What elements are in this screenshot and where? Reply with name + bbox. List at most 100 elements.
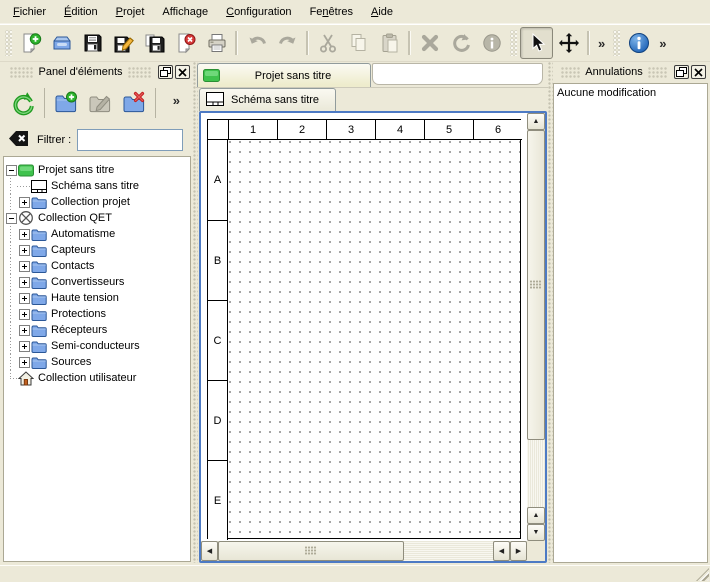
expand-icon[interactable] — [19, 197, 30, 208]
undo-history-list[interactable]: Aucune modification — [553, 83, 708, 563]
column-header-1: 1 — [228, 120, 277, 140]
paste-button[interactable] — [374, 28, 405, 58]
toolbar-drag-handle[interactable] — [613, 30, 620, 56]
vertical-scrollbar[interactable]: ▲ ▲ ▼ — [527, 113, 545, 541]
expand-icon[interactable] — [19, 293, 30, 304]
menu-affichage[interactable]: Affichage — [153, 2, 217, 22]
dock-handle-texture[interactable] — [648, 67, 667, 78]
save-all-button[interactable] — [139, 28, 170, 58]
resize-grip[interactable] — [696, 568, 709, 581]
copy-button[interactable] — [343, 28, 374, 58]
collapse-icon[interactable] — [6, 165, 17, 176]
tree-item-collection-qet[interactable]: Collection QET — [4, 210, 190, 226]
tree-item-collection-projet[interactable]: Collection projet — [4, 194, 190, 210]
undo-button[interactable] — [241, 28, 272, 58]
expand-icon[interactable] — [19, 229, 30, 240]
dock-handle-texture[interactable] — [10, 67, 33, 78]
save-button[interactable] — [77, 28, 108, 58]
redo-button[interactable] — [272, 28, 303, 58]
tree-item-schema-sans-titre[interactable]: Schéma sans titre — [4, 178, 190, 194]
column-header-3: 3 — [326, 120, 375, 140]
scroll-right-button[interactable]: ▶ — [510, 541, 527, 561]
toolbar-drag-handle[interactable] — [510, 30, 517, 56]
close-dock-icon[interactable] — [175, 65, 190, 79]
expand-icon[interactable] — [19, 277, 30, 288]
scroll-up-button-2[interactable]: ▲ — [527, 507, 545, 524]
expand-icon[interactable] — [19, 357, 30, 368]
scroll-left-button[interactable]: ◀ — [201, 541, 218, 561]
delete-category-button[interactable] — [117, 86, 151, 120]
clear-filter-button[interactable] — [8, 130, 29, 150]
tree-item-recepteurs[interactable]: Récepteurs — [4, 322, 190, 338]
toolbar-overflow-button[interactable]: » — [593, 36, 610, 51]
tab-projet-sans-titre[interactable]: Projet sans titre — [197, 63, 371, 87]
menu-aide[interactable]: Aide — [362, 2, 402, 22]
tab-schema-sans-titre[interactable]: Schéma sans titre — [199, 88, 336, 111]
toolbar-drag-handle[interactable] — [5, 30, 12, 56]
tree-item-capteurs[interactable]: Capteurs — [4, 242, 190, 258]
tree-item-collection-utilisateur[interactable]: Collection utilisateur — [4, 370, 190, 386]
reload-collections-button[interactable] — [6, 86, 40, 120]
dock-handle-texture[interactable] — [561, 67, 580, 78]
rotate-button[interactable] — [445, 28, 476, 58]
panel-toolbar-overflow-button[interactable]: » — [168, 93, 185, 108]
tree-item-label: Convertisseurs — [48, 276, 124, 288]
collapse-icon[interactable] — [6, 213, 17, 224]
menu-edition[interactable]: Édition — [55, 2, 107, 22]
undo-icon — [246, 32, 268, 54]
close-project-button[interactable] — [170, 28, 201, 58]
tree-guide — [4, 210, 17, 226]
expand-icon[interactable] — [19, 325, 30, 336]
scroll-left-button-2[interactable]: ◀ — [493, 541, 510, 561]
tree-item-projet-sans-titre[interactable]: Projet sans titre — [4, 162, 190, 178]
expand-icon[interactable] — [19, 245, 30, 256]
print-button[interactable] — [201, 28, 232, 58]
cut-button[interactable] — [312, 28, 343, 58]
info-gray-button[interactable] — [476, 28, 507, 58]
schema-icon — [206, 92, 224, 109]
new-document-button[interactable] — [15, 28, 46, 58]
scroll-up-button[interactable]: ▲ — [527, 113, 545, 130]
schema-scene[interactable]: 123456 ABCDE — [201, 113, 527, 541]
folder-icon — [30, 258, 48, 274]
save-as-button[interactable] — [108, 28, 139, 58]
toolbar-overflow-button[interactable]: » — [654, 36, 671, 51]
menu-configuration[interactable]: Configuration — [217, 2, 300, 22]
filter-input[interactable] — [77, 129, 183, 151]
move-button[interactable] — [553, 28, 584, 58]
folder-icon — [30, 194, 48, 210]
menu-projet[interactable]: Projet — [107, 2, 154, 22]
schema-view[interactable]: 123456 ABCDE ▲ ▲ ▼ ◀ ◀ ▶ — [199, 111, 547, 563]
new-category-button[interactable] — [49, 86, 83, 120]
expand-icon[interactable] — [19, 341, 30, 352]
save-as-icon — [113, 32, 135, 54]
edit-category-button[interactable] — [83, 86, 117, 120]
pointer-button[interactable] — [520, 27, 553, 59]
tree-item-convertisseurs[interactable]: Convertisseurs — [4, 274, 190, 290]
tree-item-semi-conducteurs[interactable]: Semi-conducteurs — [4, 338, 190, 354]
tree-item-contacts[interactable]: Contacts — [4, 258, 190, 274]
scroll-down-button[interactable]: ▼ — [527, 524, 545, 541]
horizontal-scroll-thumb[interactable] — [218, 541, 404, 561]
menu-fenetres[interactable]: Fenêtres — [301, 2, 362, 22]
float-dock-icon[interactable] — [674, 65, 689, 79]
tree-item-label: Récepteurs — [48, 324, 107, 336]
vertical-scroll-thumb[interactable] — [527, 130, 545, 440]
tree-item-sources[interactable]: Sources — [4, 354, 190, 370]
float-dock-icon[interactable] — [158, 65, 173, 79]
tree-item-label: Haute tension — [48, 292, 119, 304]
tree-item-automatisme[interactable]: Automatisme — [4, 226, 190, 242]
about-button[interactable] — [623, 28, 654, 58]
delete-button[interactable] — [414, 28, 445, 58]
undo-list-item[interactable]: Aucune modification — [554, 84, 707, 101]
tree-item-protections[interactable]: Protections — [4, 306, 190, 322]
close-dock-icon[interactable] — [691, 65, 706, 79]
menu-fichier[interactable]: Fichier — [4, 2, 55, 22]
dock-handle-texture[interactable] — [128, 67, 151, 78]
reload-collections-icon — [10, 90, 36, 116]
expand-icon[interactable] — [19, 309, 30, 320]
horizontal-scrollbar[interactable]: ◀ ◀ ▶ — [201, 541, 527, 561]
expand-icon[interactable] — [19, 261, 30, 272]
tree-item-haute-tension[interactable]: Haute tension — [4, 290, 190, 306]
open-project-button[interactable] — [46, 28, 77, 58]
